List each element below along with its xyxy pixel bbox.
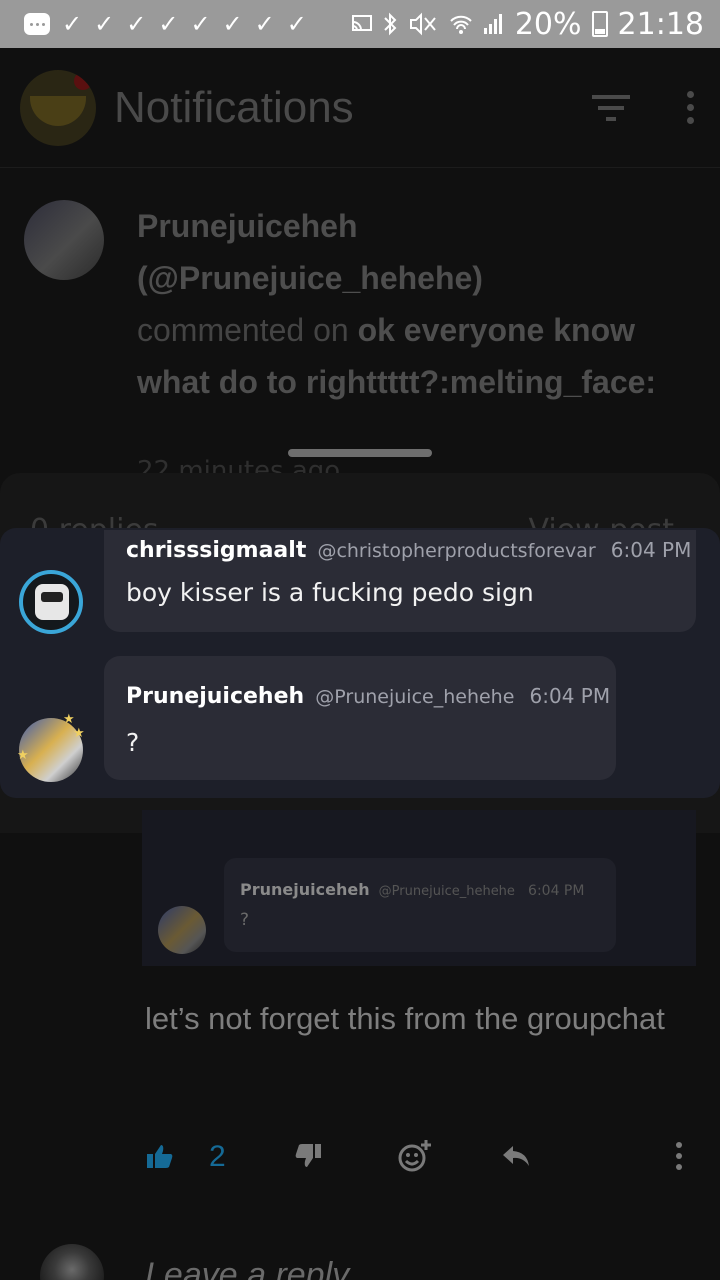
notification-user[interactable]: Prunejuiceheh <box>137 208 358 244</box>
embed-message-text: ? <box>240 910 250 930</box>
status-notification-icons: ✓ ✓ ✓ ✓ ✓ ✓ ✓ ✓ <box>24 12 351 36</box>
post-actions: 2 <box>145 1136 695 1184</box>
more-vert-icon[interactable] <box>687 91 694 124</box>
message-time: 6:04 PM <box>610 538 692 562</box>
status-bar: ✓ ✓ ✓ ✓ ✓ ✓ ✓ ✓ 20% 21:18 <box>0 0 720 48</box>
message-bubble[interactable]: Prunejuiceheh @Prunejuice_hehehe 6:04 PM… <box>104 656 616 780</box>
bluetooth-icon <box>384 12 397 36</box>
check-icon: ✓ <box>158 10 179 38</box>
message-text: boy kisser is a fucking pedo sign <box>126 578 534 607</box>
more-vert-icon[interactable] <box>673 1136 685 1176</box>
notification-action: commented on <box>137 312 349 348</box>
message-handle: @Prunejuice_hehehe <box>315 686 515 708</box>
mute-icon <box>409 12 436 36</box>
thumb-up-icon[interactable] <box>145 1136 175 1176</box>
message-bubble[interactable]: chrisssigmaalt @christopherproductsforev… <box>104 530 696 632</box>
cast-icon <box>351 15 372 31</box>
embed-avatar <box>158 906 206 954</box>
like-count: 2 <box>209 1140 226 1173</box>
avatar[interactable] <box>19 570 83 634</box>
reply-input[interactable] <box>145 1252 665 1280</box>
embed-time: 6:04 PM <box>528 883 585 899</box>
message-text: ? <box>126 728 140 757</box>
check-icon: ✓ <box>254 10 275 38</box>
clock: 21:18 <box>617 6 704 42</box>
app-logo[interactable] <box>20 69 96 146</box>
check-icon: ✓ <box>62 10 83 38</box>
notification-text: Prunejuiceheh (@Prunejuice_hehehe) comme… <box>137 200 657 408</box>
reply-bar <box>0 1238 720 1280</box>
check-icon: ✓ <box>190 10 211 38</box>
thumb-down-icon[interactable] <box>293 1136 323 1176</box>
wifi-icon <box>450 15 472 34</box>
add-reaction-icon[interactable] <box>395 1136 435 1176</box>
battery-icon <box>591 11 608 37</box>
embed-username: Prunejuiceheh <box>240 880 370 899</box>
signal-icon <box>483 14 502 34</box>
embed-message-bubble: Prunejuiceheh @Prunejuice_hehehe 6:04 PM… <box>224 858 616 952</box>
status-system-icons: 20% 21:18 <box>351 7 704 42</box>
avatar[interactable] <box>24 200 104 280</box>
reply-icon[interactable] <box>499 1136 533 1176</box>
post-image[interactable]: Prunejuiceheh @Prunejuice_hehehe 6:04 PM… <box>142 810 696 966</box>
avatar[interactable] <box>40 1244 104 1280</box>
chat-message-overlay: chrisssigmaalt @christopherproductsforev… <box>0 528 720 798</box>
message-time: 6:04 PM <box>529 684 611 708</box>
page-title: Notifications <box>114 82 354 132</box>
avatar[interactable]: ★ ★ ★ <box>17 712 85 782</box>
check-icon: ✓ <box>286 10 307 38</box>
post-body: let’s not forget this from the groupchat <box>145 1001 665 1036</box>
embed-handle: @Prunejuice_hehehe <box>378 884 515 899</box>
check-icon: ✓ <box>94 10 115 38</box>
message-username[interactable]: chrisssigmaalt <box>126 538 306 563</box>
drag-handle[interactable] <box>288 449 432 457</box>
filter-icon[interactable] <box>591 93 631 123</box>
app-bar: Notifications <box>0 48 720 168</box>
check-icon: ✓ <box>222 10 243 38</box>
battery-percent: 20% <box>514 6 582 42</box>
check-icon: ✓ <box>126 10 147 38</box>
message-icon <box>24 13 50 35</box>
message-handle: @christopherproductsforevar <box>317 540 596 562</box>
message-username[interactable]: Prunejuiceheh <box>126 684 304 709</box>
notification-handle[interactable]: (@Prunejuice_hehehe) <box>137 260 483 296</box>
